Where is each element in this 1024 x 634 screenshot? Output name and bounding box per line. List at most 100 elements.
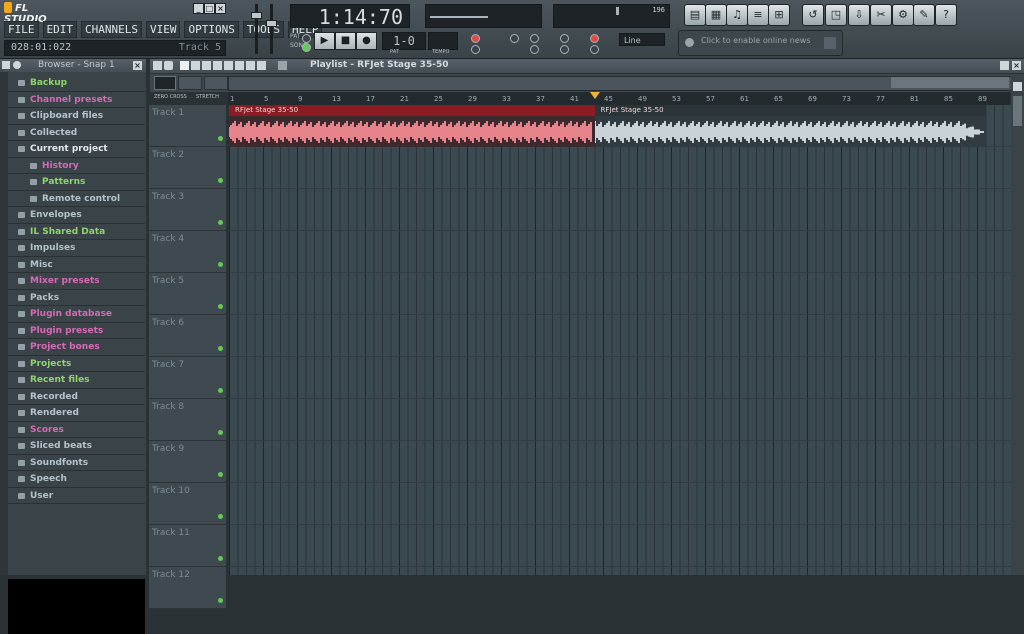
menu-channels[interactable]: CHANNELS [81,21,142,38]
typing-keyboard-led[interactable] [560,45,569,54]
browser-item[interactable]: User [8,488,145,504]
browser-item[interactable]: Recorded [8,389,145,405]
track-header[interactable]: Track 2 [149,147,226,189]
track-header[interactable]: Track 1 [149,105,226,147]
record-button[interactable]: ● [356,32,377,50]
master-pitch-slider[interactable] [270,4,273,54]
draw-tool-icon[interactable] [180,61,189,70]
record-mode-led[interactable] [471,34,480,43]
browser-item[interactable]: Patterns [8,174,145,191]
browser-item[interactable]: History [8,158,145,174]
track-header[interactable]: Track 10 [149,483,226,525]
browser-item[interactable]: Backup [8,75,145,92]
playback-tool-icon[interactable] [257,61,266,70]
menu-file[interactable]: FILE [4,21,39,38]
browser-pin-icon[interactable] [13,61,21,69]
playlist-vertical-scrollbar[interactable] [1011,74,1024,575]
browser-item[interactable]: Projects [8,356,145,372]
track-mute-led[interactable] [218,178,223,183]
stop-button[interactable]: ■ [335,32,356,50]
track-header[interactable]: Track 7 [149,357,226,399]
undo-icon[interactable]: ↺ [802,4,824,26]
browser-close-button[interactable]: × [133,61,142,70]
track-mute-led[interactable] [218,472,223,477]
zoom-tool-icon[interactable] [246,61,255,70]
track-header[interactable]: Track 12 [149,567,226,609]
browser-window-icon[interactable]: ≡ [747,4,769,26]
metronome-led[interactable] [530,34,539,43]
playlist-horizontal-scrollbar[interactable] [228,76,1012,91]
maximize-button[interactable]: □ [204,3,215,14]
loop-led[interactable] [471,45,480,54]
online-news-panel[interactable]: Click to enable online news [678,30,843,56]
track-mute-led[interactable] [218,598,223,603]
browser-item[interactable]: Channel presets [8,92,145,108]
master-volume-knob[interactable] [251,12,262,19]
song-time-display[interactable]: 1:14:70 [290,4,410,29]
browser-item[interactable]: Misc [8,257,145,273]
paint-tool-icon[interactable] [191,61,200,70]
step-led[interactable] [590,45,599,54]
browser-menu-icon[interactable] [2,61,10,69]
tempo-display[interactable] [428,32,458,50]
track-mute-led[interactable] [218,556,223,561]
browser-item[interactable]: Sliced beats [8,438,145,455]
slice-tool-icon[interactable] [224,61,233,70]
piano-roll-icon[interactable]: ♫ [726,4,748,26]
minimize-button[interactable]: _ [193,3,204,14]
track-mute-led[interactable] [218,388,223,393]
menu-edit[interactable]: EDIT [42,21,77,38]
track-header[interactable]: Track 6 [149,315,226,357]
magnet-icon[interactable] [164,61,173,70]
song-mode-led[interactable] [302,43,311,52]
browser-item[interactable]: Project bones [8,339,145,356]
browser-item[interactable]: Speech [8,471,145,488]
browser-item[interactable]: Mixer presets [8,273,145,290]
playlist-window-icon[interactable]: ▤ [684,4,706,26]
browser-item[interactable]: Impulses [8,240,145,257]
browser-scrollbar[interactable] [0,72,8,575]
playlist-menu-icon[interactable] [153,61,162,70]
snap-mode-select[interactable]: Line [619,33,665,46]
track-header[interactable]: Track 4 [149,231,226,273]
audio-clip[interactable]: RFJet Stage 35-50 [229,105,595,147]
blend-led[interactable] [560,34,569,43]
mixer-window-icon[interactable]: ⊞ [768,4,790,26]
tools-icon[interactable]: ⚙ [892,4,914,26]
browser-item[interactable]: Packs [8,290,145,306]
wait-led[interactable] [530,45,539,54]
timeline-ruler[interactable]: 1 5 9 13 17 21 25 29 33 37 41 45 49 53 57 61 65 69 73 77 81 8… [228,92,1021,105]
help-icon[interactable]: ? [935,4,957,26]
track-mute-led[interactable] [218,430,223,435]
cut-icon[interactable]: ✂ [870,4,892,26]
notes-icon[interactable]: ✎ [913,4,935,26]
mute-tool-icon[interactable] [213,61,222,70]
track-header[interactable]: Track 5 [149,273,226,315]
close-button[interactable]: × [215,3,226,14]
step-sequencer-icon[interactable]: ▦ [705,4,727,26]
browser-item[interactable]: Rendered [8,405,145,422]
browser-item[interactable]: Plugin database [8,306,145,323]
select-tool-icon[interactable] [235,61,244,70]
track-mute-led[interactable] [218,262,223,267]
playhead-marker[interactable] [589,92,600,99]
browser-item[interactable]: Remote control [8,191,145,207]
news-dropdown-icon[interactable] [824,37,836,49]
cpu-memory-monitor[interactable]: 196 [553,4,670,28]
menu-options[interactable]: OPTIONS [184,21,239,38]
track-1-lane[interactable]: RFJet Stage 35-50 RFJet Stage 35-50 [229,105,1011,147]
playlist-nav-icon[interactable] [278,61,287,70]
menu-tools[interactable]: TOOLS [242,21,284,38]
pat-mode-led[interactable] [302,34,311,43]
browser-item[interactable]: Scores [8,422,145,438]
browser-item[interactable]: Collected [8,125,145,141]
delete-tool-icon[interactable] [202,61,211,70]
waveform-monitor[interactable] [425,4,542,28]
browser-item[interactable]: Envelopes [8,207,145,224]
browser-item[interactable]: Clipboard files [8,108,145,125]
track-mute-led[interactable] [218,136,223,141]
browser-item[interactable]: Current project [8,141,145,158]
playlist-maximize-button[interactable] [1000,61,1009,70]
track-header[interactable]: Track 9 [149,441,226,483]
browser-item[interactable]: IL Shared Data [8,224,145,240]
